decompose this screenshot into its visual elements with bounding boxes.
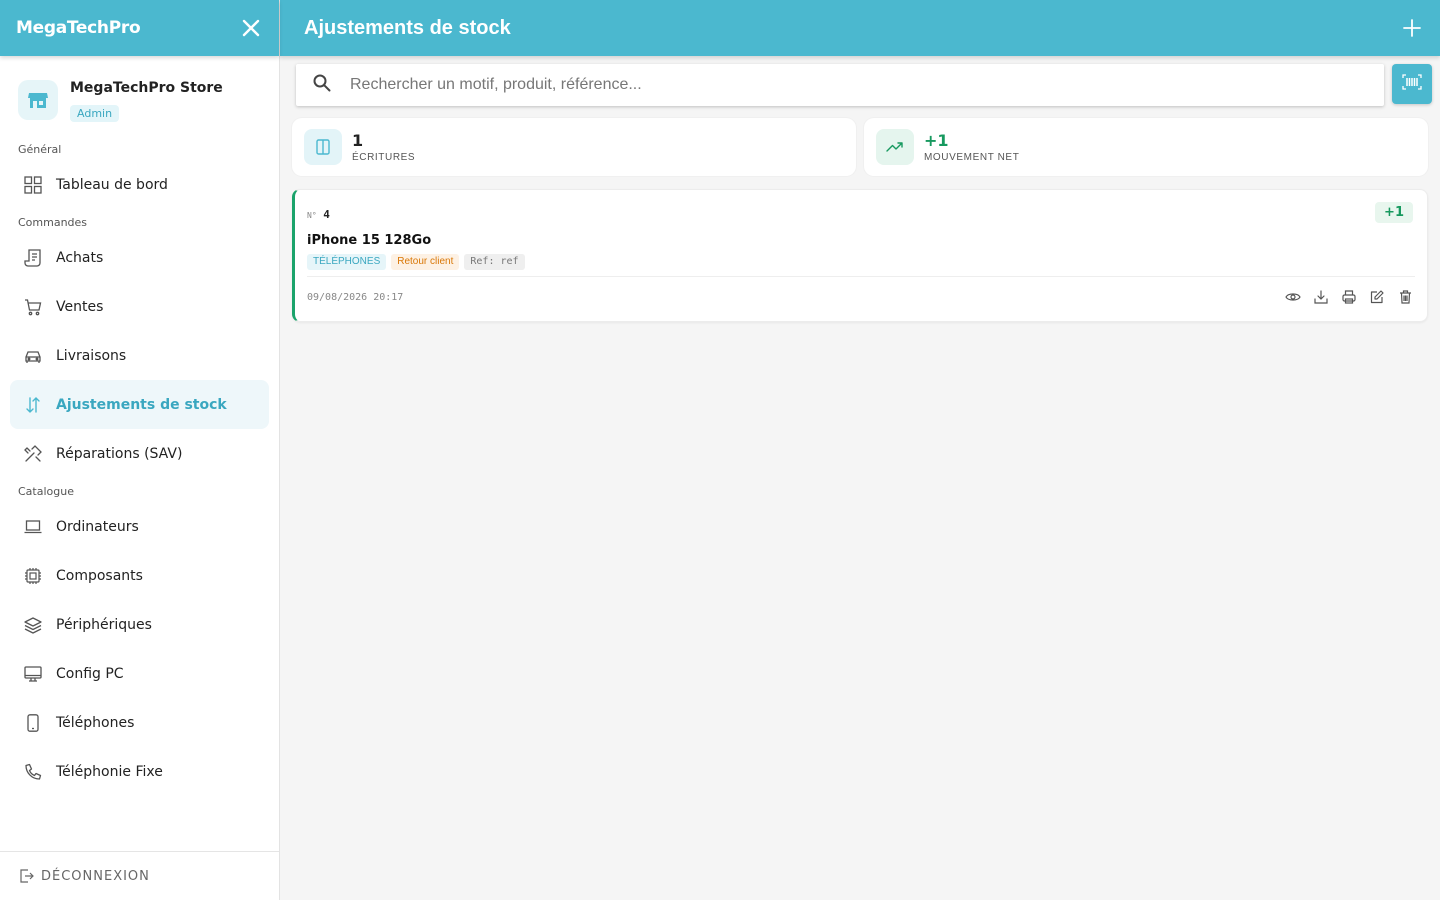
monitor-icon [23,664,43,684]
sidebar-item-reparations[interactable]: Réparations (SAV) [10,429,269,478]
sidebar-scroll[interactable]: MegaTechPro Store Admin Général Tableau … [0,56,279,851]
sidebar-item-label: Ajustements de stock [56,396,227,413]
reference-tag: Ref: ref [464,254,525,270]
sidebar-item-peripheriques[interactable]: Périphériques [10,600,269,649]
sidebar: MegaTechPro MegaTechPro Store Admin Géné… [0,0,280,900]
reason-tag: Retour client [391,254,460,270]
car-icon [23,346,43,366]
tools-icon [23,444,43,464]
cart-icon [23,297,43,317]
sidebar-item-label: Réparations (SAV) [56,445,183,462]
search-bar[interactable] [296,64,1384,106]
barcode-icon [1402,73,1422,95]
sidebar-header: MegaTechPro [0,0,279,56]
search-row [296,64,1432,106]
sidebar-item-label: Achats [56,249,104,266]
sidebar-item-tableau-de-bord[interactable]: Tableau de bord [10,160,269,209]
section-catalogue: Catalogue [18,485,74,498]
delete-icon[interactable] [1397,289,1413,305]
sidebar-item-achats[interactable]: Achats [10,233,269,282]
edit-icon[interactable] [1369,289,1385,305]
stat-value: 1 [352,130,364,150]
product-name: iPhone 15 128Go [307,233,432,248]
receipt-icon [23,248,43,268]
trending-up-icon [876,129,914,165]
sidebar-item-telephonie-fixe[interactable]: Téléphonie Fixe [10,747,269,796]
sidebar-item-livraisons[interactable]: Livraisons [10,331,269,380]
section-general: Général [18,143,62,156]
divider [307,276,1415,277]
sidebar-item-ordinateurs[interactable]: Ordinateurs [10,502,269,551]
book-icon [304,129,342,165]
stat-label: MOUVEMENT NET [924,151,1020,163]
category-tag: TÉLÉPHONES [307,254,387,270]
barcode-scan-button[interactable] [1392,64,1432,104]
role-badge: Admin [70,105,120,122]
search-icon [312,73,332,98]
adjustment-card[interactable]: N° 4 +1 iPhone 15 128Go TÉLÉPHONES Retou… [292,189,1428,322]
sidebar-item-label: Ordinateurs [56,518,139,535]
arrows-updown-icon [23,395,43,415]
laptop-icon [23,517,43,537]
layers-icon [23,615,43,635]
entry-number-label: N° [307,211,317,220]
close-icon[interactable] [239,16,263,40]
entry-number: N° 4 [307,208,330,221]
sidebar-item-ajustements-de-stock[interactable]: Ajustements de stock [10,380,269,429]
sidebar-item-label: Ventes [56,298,104,315]
cpu-icon [23,566,43,586]
store-name: MegaTechPro Store [70,80,223,96]
main-content: Ajustements de stock 1 ÉCRITURES [280,0,1440,900]
logout-icon [20,869,34,883]
print-icon[interactable] [1341,289,1357,305]
logout-button[interactable]: DÉCONNEXION [0,851,279,900]
sidebar-item-telephones[interactable]: Téléphones [10,698,269,747]
store-card: MegaTechPro Store Admin [0,56,279,136]
card-actions [1285,289,1413,305]
sidebar-item-label: Livraisons [56,347,127,364]
dashboard-icon [23,175,43,195]
sidebar-item-label: Tableau de bord [56,176,168,193]
logout-label: DÉCONNEXION [41,868,150,884]
sidebar-item-label: Téléphonie Fixe [56,763,163,780]
tag-list: TÉLÉPHONES Retour client Ref: ref [307,254,525,270]
view-icon[interactable] [1285,289,1301,305]
sidebar-item-ventes[interactable]: Ventes [10,282,269,331]
page-title: Ajustements de stock [304,16,511,39]
brand-name: MegaTechPro [16,18,141,38]
sidebar-item-label: Périphériques [56,616,152,633]
stat-value: +1 [924,130,949,150]
section-commandes: Commandes [18,216,88,229]
store-icon [18,80,58,120]
stat-label: ÉCRITURES [352,151,416,163]
top-bar: Ajustements de stock [280,0,1440,56]
telephone-icon [23,762,43,782]
stat-card-entries: 1 ÉCRITURES [292,118,856,176]
phone-icon [23,713,43,733]
search-input[interactable] [350,76,1250,94]
sidebar-item-composants[interactable]: Composants [10,551,269,600]
sidebar-item-label: Config PC [56,665,124,682]
entry-date: 09/08/2026 20:17 [307,292,404,303]
sidebar-item-config-pc[interactable]: Config PC [10,649,269,698]
sidebar-item-label: Composants [56,567,143,584]
sidebar-item-label: Téléphones [56,714,135,731]
add-icon[interactable] [1400,16,1424,40]
download-icon[interactable] [1313,289,1329,305]
quantity-badge: +1 [1375,202,1413,223]
stat-card-net-movement: +1 MOUVEMENT NET [864,118,1428,176]
stats-row: 1 ÉCRITURES +1 MOUVEMENT NET [292,118,1428,176]
entry-number-value: 4 [323,208,330,221]
